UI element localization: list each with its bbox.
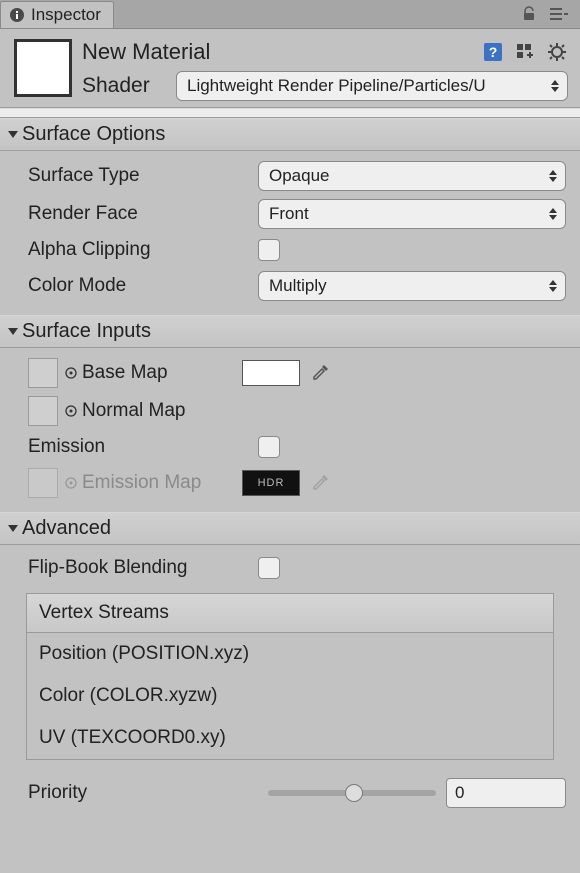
svg-text:?: ?: [489, 44, 498, 60]
chevron-updown-icon: [547, 276, 559, 296]
base-map-texture-slot[interactable]: [28, 358, 58, 388]
target-icon: [64, 404, 78, 418]
priority-slider[interactable]: [268, 790, 436, 796]
priority-slider-thumb[interactable]: [345, 784, 363, 802]
section-title: Advanced: [22, 517, 111, 540]
material-preview-thumbnail[interactable]: [14, 39, 72, 97]
shader-dropdown-value: Lightweight Render Pipeline/Particles/U: [187, 76, 486, 96]
material-header: New Material ? Shader Lightweight Ren: [0, 29, 580, 108]
alpha-clipping-checkbox[interactable]: [258, 239, 280, 261]
foldout-icon: [8, 525, 18, 532]
gear-icon[interactable]: [546, 41, 568, 63]
vertex-stream-item[interactable]: Color (COLOR.xyzw): [27, 675, 553, 717]
lock-icon[interactable]: [518, 3, 540, 25]
preset-icon[interactable]: [514, 41, 536, 63]
shader-label: Shader: [82, 74, 168, 98]
eyedropper-icon[interactable]: [310, 363, 330, 383]
normal-map-label: Normal Map: [82, 400, 242, 422]
color-mode-dropdown[interactable]: Multiply: [258, 271, 566, 301]
render-face-label: Render Face: [28, 203, 258, 225]
emission-map-label: Emission Map: [82, 472, 242, 494]
vertex-stream-item[interactable]: Position (POSITION.xyz): [27, 633, 553, 675]
chevron-updown-icon: [547, 166, 559, 186]
vertex-streams-box: Vertex Streams Position (POSITION.xyz) C…: [26, 593, 554, 760]
chevron-updown-icon: [547, 204, 559, 224]
material-name: New Material: [82, 39, 482, 65]
priority-input[interactable]: 0: [446, 778, 566, 808]
section-title: Surface Options: [22, 123, 165, 146]
flip-book-checkbox[interactable]: [258, 557, 280, 579]
normal-map-texture-slot[interactable]: [28, 396, 58, 426]
eyedropper-icon: [310, 473, 330, 493]
vertex-stream-item[interactable]: UV (TEXCOORD0.xy): [27, 717, 553, 759]
context-menu-icon[interactable]: [548, 3, 570, 25]
base-map-color-swatch[interactable]: [242, 360, 300, 386]
surface-type-label: Surface Type: [28, 165, 258, 187]
alpha-clipping-label: Alpha Clipping: [28, 239, 258, 261]
section-advanced-header[interactable]: Advanced: [0, 512, 580, 545]
foldout-icon: [8, 131, 18, 138]
section-surface-inputs-header[interactable]: Surface Inputs: [0, 315, 580, 348]
inspector-tabbar: Inspector: [0, 0, 580, 28]
divider: [0, 108, 580, 118]
chevron-updown-icon: [549, 76, 561, 96]
section-title: Surface Inputs: [22, 320, 151, 343]
emission-label: Emission: [28, 436, 258, 458]
emission-checkbox[interactable]: [258, 436, 280, 458]
shader-dropdown[interactable]: Lightweight Render Pipeline/Particles/U: [176, 71, 568, 101]
inspector-tab[interactable]: Inspector: [0, 1, 114, 28]
render-face-dropdown[interactable]: Front: [258, 199, 566, 229]
priority-label: Priority: [28, 782, 258, 804]
inspector-tab-label: Inspector: [31, 5, 101, 25]
target-icon: [64, 476, 78, 490]
help-icon[interactable]: ?: [482, 41, 504, 63]
foldout-icon: [8, 328, 18, 335]
emission-map-hdr-swatch: HDR: [242, 470, 300, 496]
base-map-label: Base Map: [82, 362, 242, 384]
surface-type-dropdown[interactable]: Opaque: [258, 161, 566, 191]
info-icon: [9, 7, 25, 23]
emission-map-texture-slot: [28, 468, 58, 498]
vertex-streams-header: Vertex Streams: [27, 594, 553, 633]
color-mode-label: Color Mode: [28, 275, 258, 297]
flip-book-label: Flip-Book Blending: [28, 557, 258, 579]
section-surface-options-header[interactable]: Surface Options: [0, 118, 580, 151]
target-icon: [64, 366, 78, 380]
